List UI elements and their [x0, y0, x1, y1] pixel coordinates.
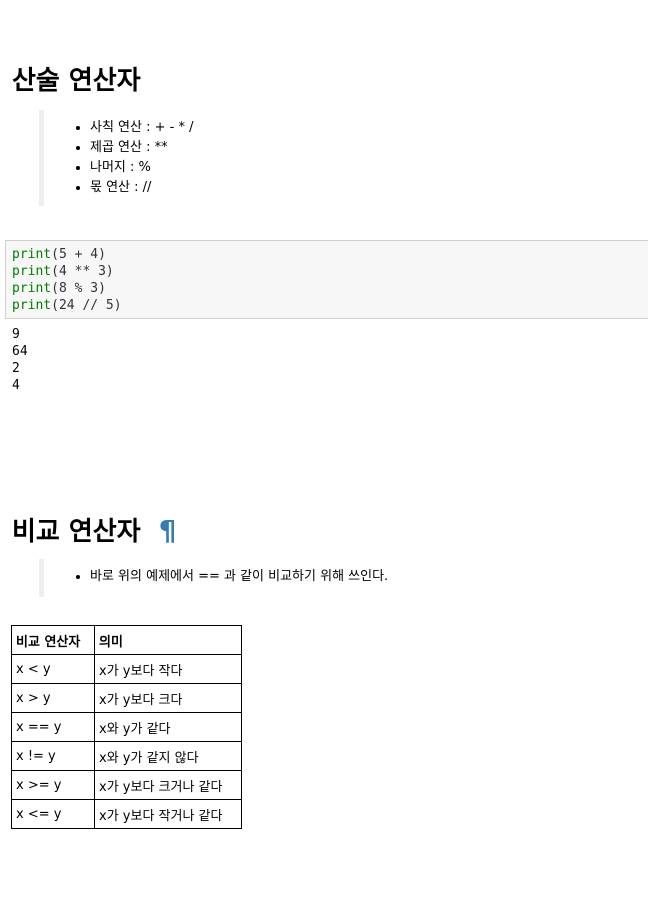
output-line: 9: [12, 327, 20, 342]
table-row: x < y x가 y보다 작다: [11, 654, 242, 684]
output-line: 4: [12, 378, 20, 393]
output-line: 64: [12, 344, 28, 359]
notebook-page: 산술 연산자 사칙 연산 : + - * / 제곱 연산 : ** 나머지 : …: [0, 0, 648, 908]
code-line: print(8 % 3): [12, 280, 648, 297]
code-keyword: print: [12, 281, 52, 296]
table-cell: x == y: [11, 712, 95, 742]
output-line: 2: [12, 361, 20, 376]
table-cell: x가 y보다 크거나 같다: [94, 770, 242, 800]
comparison-operators-table: 비교 연산자 의미 x < y x가 y보다 작다 x > y x가 y보다 크…: [11, 625, 242, 829]
list-item: 바로 위의 예제에서 == 과 같이 비교하기 위해 쓰인다.: [90, 567, 388, 587]
code-args: (5 + 4): [51, 247, 106, 262]
list-item: 사칙 연산 : + - * /: [90, 118, 193, 138]
table-cell: x와 y가 같다: [94, 712, 242, 742]
heading-arithmetic-text: 산술 연산자: [12, 66, 141, 96]
table-header-cell: 의미: [94, 625, 242, 655]
heading-arithmetic-operators: 산술 연산자: [12, 64, 141, 98]
code-args: (24 // 5): [51, 298, 122, 313]
code-keyword: print: [12, 264, 52, 279]
table-cell: x와 y가 같지 않다: [94, 741, 242, 771]
table-row: x >= y x가 y보다 크거나 같다: [11, 770, 242, 800]
list-item: 나머지 : %: [90, 158, 193, 178]
table-cell: x < y: [11, 654, 95, 684]
comparison-blockquote: 바로 위의 예제에서 == 과 같이 비교하기 위해 쓰인다.: [39, 559, 388, 597]
table-cell: x가 y보다 작거나 같다: [94, 799, 242, 829]
table-row: x <= y x가 y보다 작거나 같다: [11, 799, 242, 829]
table-row: x > y x가 y보다 크다: [11, 683, 242, 713]
table-cell: x >= y: [11, 770, 95, 800]
code-line: print(5 + 4): [12, 246, 648, 263]
heading-comparison-operators: 비교 연산자 ¶: [12, 514, 176, 549]
code-cell-input[interactable]: print(5 + 4) print(4 ** 3) print(8 % 3) …: [5, 240, 648, 319]
code-args: (4 ** 3): [51, 264, 114, 279]
code-cell-output: 9 64 2 4: [12, 326, 28, 394]
table-cell: x <= y: [11, 799, 95, 829]
table-cell: x != y: [11, 741, 95, 771]
arithmetic-bullet-list: 사칙 연산 : + - * / 제곱 연산 : ** 나머지 : % 몫 연산 …: [44, 110, 193, 198]
table-cell: x > y: [11, 683, 95, 713]
comparison-bullet-list: 바로 위의 예제에서 == 과 같이 비교하기 위해 쓰인다.: [44, 559, 388, 587]
heading-comparison-text: 비교 연산자: [12, 517, 141, 547]
table-row: x != y x와 y가 같지 않다: [11, 741, 242, 771]
list-item: 제곱 연산 : **: [90, 138, 193, 158]
table-cell: x가 y보다 크다: [94, 683, 242, 713]
table-cell: x가 y보다 작다: [94, 654, 242, 684]
anchor-link-icon[interactable]: ¶: [159, 514, 177, 547]
code-args: (8 % 3): [51, 281, 106, 296]
code-line: print(4 ** 3): [12, 263, 648, 280]
table-header-row: 비교 연산자 의미: [11, 625, 242, 655]
list-item: 몫 연산 : //: [90, 178, 193, 198]
table-row: x == y x와 y가 같다: [11, 712, 242, 742]
code-keyword: print: [12, 247, 52, 262]
table-header-cell: 비교 연산자: [11, 625, 95, 655]
code-keyword: print: [12, 298, 52, 313]
code-line: print(24 // 5): [12, 297, 648, 314]
arithmetic-blockquote: 사칙 연산 : + - * / 제곱 연산 : ** 나머지 : % 몫 연산 …: [39, 110, 193, 206]
